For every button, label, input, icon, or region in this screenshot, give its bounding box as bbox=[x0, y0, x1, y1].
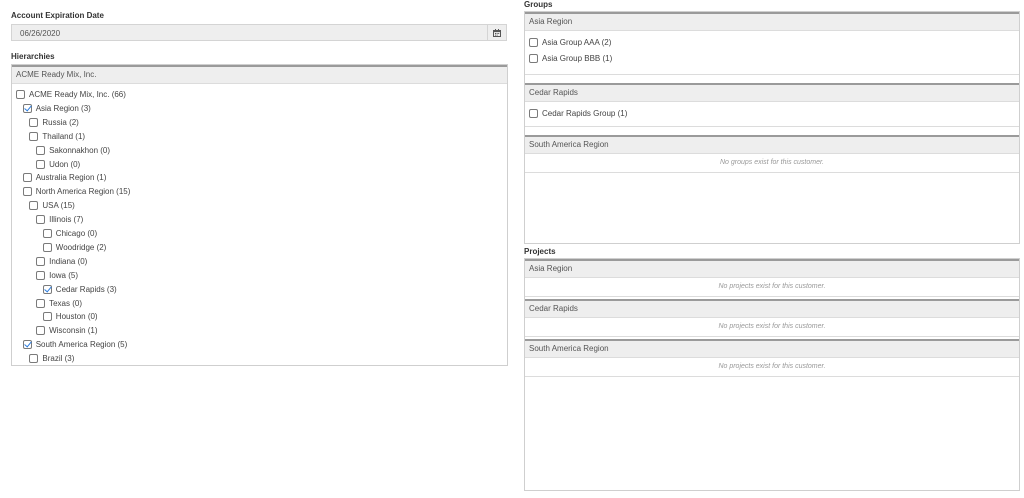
hierarchy-item[interactable]: USA (15) bbox=[29, 199, 75, 212]
hierarchy-item-label: ACME Ready Mix, Inc. (66) bbox=[29, 90, 126, 99]
empty-projects-message: No projects exist for this customer. bbox=[525, 358, 1019, 377]
checkbox[interactable] bbox=[22, 187, 32, 197]
hierarchy-item[interactable]: Thailand (1) bbox=[29, 130, 85, 143]
hierarchy-item-label: Asia Region (3) bbox=[35, 103, 91, 113]
hierarchy-item[interactable]: Sakonnakhon (0) bbox=[36, 144, 110, 157]
hierarchy-item[interactable]: Cedar Rapids (3) bbox=[42, 283, 117, 296]
hierarchy-item[interactable]: Australia Region (1) bbox=[22, 171, 107, 184]
hierarchy-item[interactable]: Russia (2) bbox=[29, 116, 79, 129]
hierarchy-item[interactable]: South America Region (5) bbox=[22, 338, 128, 351]
hierarchy-item[interactable]: Asia Region (3) bbox=[22, 102, 91, 115]
checkbox[interactable] bbox=[29, 117, 39, 127]
hierarchy-item-label: North America Region (15) bbox=[35, 187, 131, 197]
hierarchy-item[interactable]: Woodridge (2) bbox=[42, 241, 107, 254]
groups-panel: Asia Region Asia Group AAA (2) Asia Group … bbox=[524, 11, 1020, 244]
hierarchy-item-label: Australia Region (1) bbox=[35, 173, 107, 183]
checkbox[interactable] bbox=[36, 326, 46, 336]
group-item-label: Asia Group AAA (2) bbox=[542, 37, 612, 47]
hierarchy-item[interactable]: Texas (0) bbox=[36, 297, 82, 310]
hierarchy-item-label: Cedar Rapids (3) bbox=[55, 284, 117, 294]
expiration-date-value[interactable]: 06/26/2020 bbox=[20, 29, 60, 38]
checkbox-checked[interactable] bbox=[22, 103, 32, 113]
hierarchy-item[interactable]: Wisconsin (1) bbox=[36, 324, 98, 337]
hierarchies-label: Hierarchies bbox=[11, 52, 55, 61]
hierarchy-item-label: Houston (0) bbox=[55, 312, 98, 322]
hierarchy-item[interactable]: Indiana (0) bbox=[36, 255, 87, 268]
hierarchy-item[interactable]: Iowa (5) bbox=[36, 269, 78, 282]
group-list: Cedar Rapids Group (1) bbox=[525, 102, 1019, 127]
group-item-label: Cedar Rapids Group (1) bbox=[542, 108, 628, 118]
project-section-header: Cedar Rapids bbox=[525, 299, 1019, 318]
hierarchy-item-label: Wisconsin (1) bbox=[49, 326, 98, 336]
hierarchy-item-label: Texas (0) bbox=[49, 298, 82, 308]
checkbox-checked[interactable] bbox=[42, 284, 52, 294]
hierarchy-item-label: Chicago (0) bbox=[55, 229, 98, 238]
hierarchy-item-label: USA (15) bbox=[42, 201, 75, 211]
checkbox[interactable] bbox=[29, 354, 39, 364]
checkbox[interactable] bbox=[36, 145, 46, 155]
hierarchy-item[interactable]: Brazil (3) bbox=[29, 352, 74, 365]
checkbox[interactable] bbox=[36, 270, 46, 280]
empty-projects-message: No projects exist for this customer. bbox=[525, 318, 1019, 337]
expiration-date-label: Account Expiration Date bbox=[11, 11, 104, 20]
hierarchy-item-label: Woodridge (2) bbox=[55, 242, 107, 252]
hierarchy-item[interactable]: Chicago (0) bbox=[42, 227, 98, 240]
group-item[interactable]: Asia Group AAA (2) bbox=[529, 34, 1019, 50]
checkbox[interactable] bbox=[36, 215, 46, 225]
hierarchy-item[interactable]: Houston (0) bbox=[42, 310, 98, 323]
hierarchy-item-label: Indiana (0) bbox=[49, 256, 88, 266]
group-item[interactable]: Cedar Rapids Group (1) bbox=[529, 105, 1019, 121]
hierarchy-item[interactable]: North America Region (15) bbox=[22, 185, 131, 198]
group-section-header: Asia Region bbox=[525, 12, 1019, 31]
checkbox-checked[interactable] bbox=[22, 340, 32, 350]
projects-panel: Asia Region No projects exist for this cu… bbox=[524, 258, 1020, 491]
project-section-header: South America Region bbox=[525, 339, 1019, 358]
checkbox[interactable] bbox=[42, 229, 52, 238]
groups-label: Groups bbox=[524, 0, 553, 9]
hierarchy-item[interactable]: Udon (0) bbox=[36, 158, 80, 171]
group-section-header: Cedar Rapids bbox=[525, 83, 1019, 102]
hierarchy-item-label: Illinois (7) bbox=[49, 215, 84, 225]
group-section-header: South America Region bbox=[525, 135, 1019, 154]
checkbox[interactable] bbox=[36, 256, 46, 266]
hierarchy-item[interactable]: ACME Ready Mix, Inc. (66) bbox=[16, 88, 126, 101]
checkbox[interactable] bbox=[36, 298, 46, 308]
calendar-icon[interactable] bbox=[487, 25, 506, 40]
checkbox[interactable] bbox=[16, 90, 25, 99]
checkbox[interactable] bbox=[42, 242, 52, 252]
project-section-header: Asia Region bbox=[525, 259, 1019, 278]
checkbox[interactable] bbox=[529, 53, 538, 63]
checkbox[interactable] bbox=[42, 312, 52, 322]
empty-groups-message: No groups exist for this customer. bbox=[525, 154, 1019, 173]
checkbox[interactable] bbox=[529, 108, 538, 118]
group-list: Asia Group AAA (2) Asia Group BBB (1) bbox=[525, 31, 1019, 75]
checkbox[interactable] bbox=[29, 131, 39, 141]
group-item[interactable]: Asia Group BBB (1) bbox=[529, 50, 1019, 66]
hierarchies-header: ACME Ready Mix, Inc. bbox=[12, 65, 507, 84]
group-item-label: Asia Group BBB (1) bbox=[542, 53, 613, 63]
expiration-date-field[interactable]: 06/26/2020 bbox=[11, 24, 507, 41]
checkbox[interactable] bbox=[529, 37, 538, 47]
projects-label: Projects bbox=[524, 247, 556, 256]
checkbox[interactable] bbox=[29, 201, 39, 211]
hierarchy-item-label: Russia (2) bbox=[42, 117, 79, 127]
hierarchy-item-label: Iowa (5) bbox=[49, 270, 78, 280]
empty-projects-message: No projects exist for this customer. bbox=[525, 278, 1019, 297]
hierarchy-item-label: South America Region (5) bbox=[35, 340, 128, 350]
hierarchies-panel: ACME Ready Mix, Inc. ACME Ready Mix, Inc… bbox=[11, 64, 508, 366]
checkbox[interactable] bbox=[22, 173, 32, 183]
hierarchy-item-label: Thailand (1) bbox=[42, 131, 86, 141]
hierarchy-item-label: Brazil (3) bbox=[42, 354, 75, 364]
hierarchy-item[interactable]: Illinois (7) bbox=[36, 213, 83, 226]
checkbox[interactable] bbox=[36, 159, 46, 169]
hierarchy-item-label: Sakonnakhon (0) bbox=[49, 145, 111, 155]
hierarchy-item-label: Udon (0) bbox=[49, 159, 81, 169]
